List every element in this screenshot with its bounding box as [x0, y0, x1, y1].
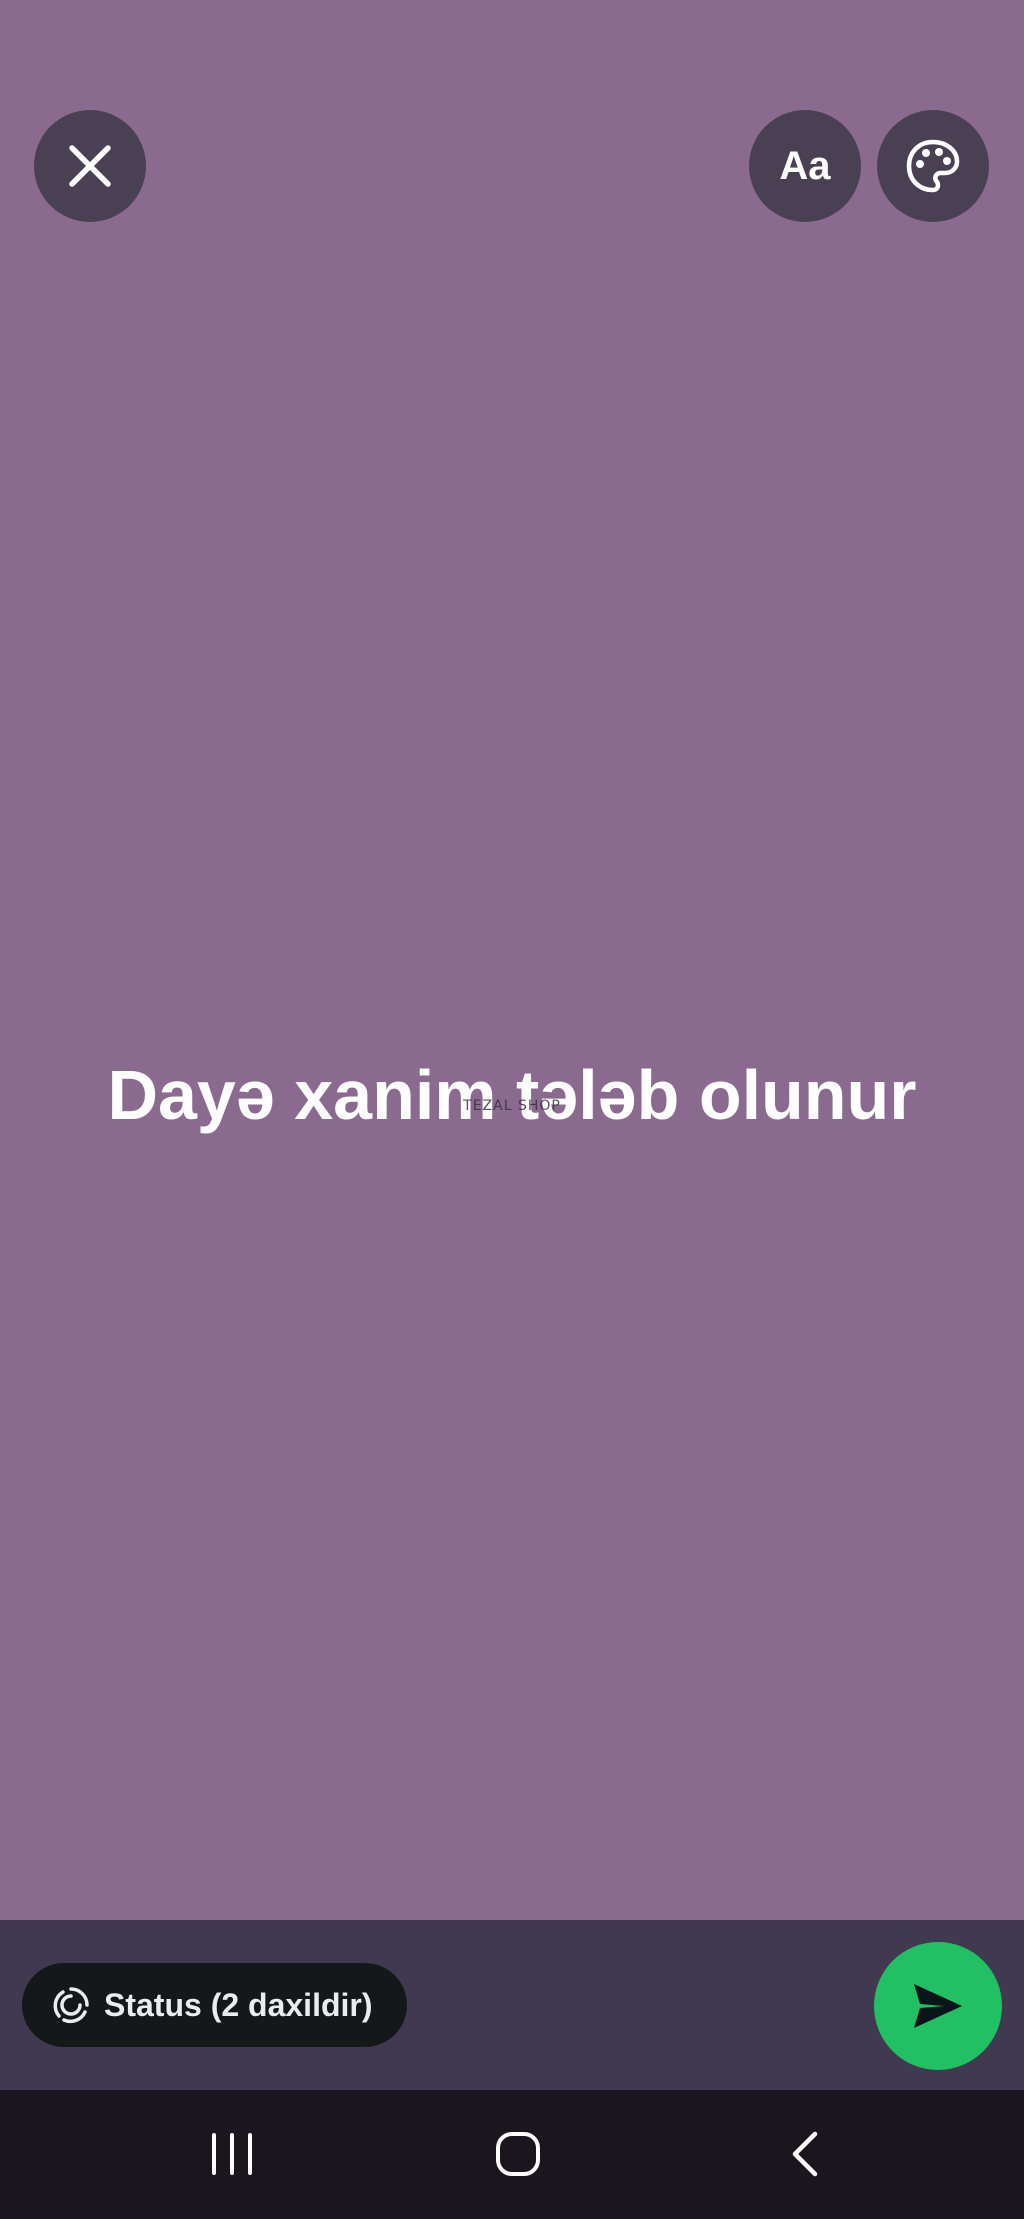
recents-icon [212, 2133, 252, 2175]
send-button[interactable] [874, 1942, 1002, 2070]
status-text[interactable]: Dayə xanim tələb olunur [0, 1050, 1024, 1140]
send-icon [914, 1984, 962, 2028]
watermark-text: TEZAL SHOP [463, 1098, 561, 1114]
system-navigation-bar [0, 2090, 1024, 2219]
status-ring-icon [53, 1987, 89, 2024]
color-palette-button[interactable] [877, 110, 989, 222]
home-button[interactable] [473, 2114, 563, 2194]
back-icon [792, 2131, 818, 2177]
status-canvas[interactable]: Aa Dayə xanim tələb olunur TEZAL SHOP [0, 0, 1024, 1920]
close-icon [69, 145, 111, 187]
font-style-button[interactable]: Aa [749, 110, 861, 222]
palette-icon [906, 139, 960, 193]
font-style-label: Aa [779, 143, 831, 188]
recents-button[interactable] [187, 2114, 277, 2194]
home-icon [496, 2132, 540, 2176]
status-audience-button[interactable]: Status (2 daxildir) [22, 1963, 407, 2047]
bottom-bar: Status (2 daxildir) [0, 1920, 1024, 2090]
status-audience-label: Status (2 daxildir) [104, 1986, 373, 2023]
close-button[interactable] [34, 110, 146, 222]
back-button[interactable] [760, 2114, 850, 2194]
